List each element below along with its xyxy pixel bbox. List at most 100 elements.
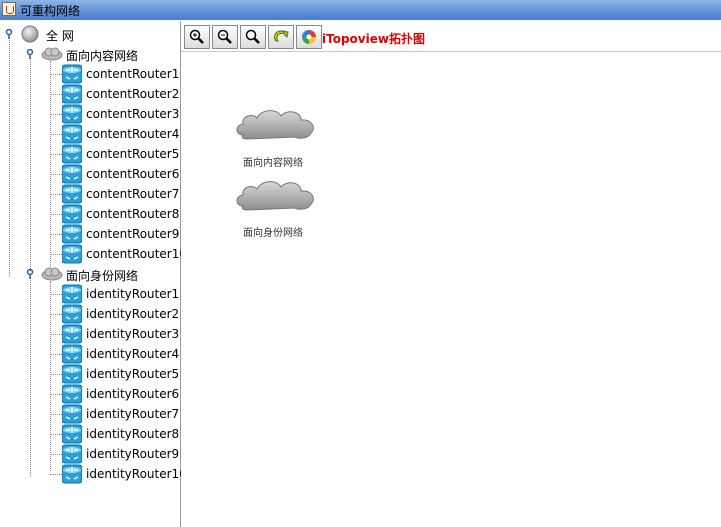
color-button[interactable] <box>296 25 322 49</box>
router-icon <box>61 144 83 164</box>
router-icon <box>61 184 83 204</box>
tree-line <box>50 114 62 115</box>
zoom-in-icon <box>189 29 204 44</box>
tree-router-label: contentRouter3 <box>86 107 180 121</box>
tree-router-item[interactable]: identityRouter5 <box>0 364 180 384</box>
tree-router-item[interactable]: contentRouter3 <box>0 104 180 124</box>
router-icon <box>61 424 83 444</box>
tree-router-label: contentRouter4 <box>86 127 180 141</box>
router-icon <box>61 224 83 244</box>
tree-expand-icon[interactable] <box>4 29 14 39</box>
tree-router-item[interactable]: contentRouter1 <box>0 64 180 84</box>
tree-router-item[interactable]: identityRouter1 <box>0 284 180 304</box>
tree-router-item[interactable]: identityRouter6 <box>0 384 180 404</box>
tree-router-item[interactable]: contentRouter6 <box>0 164 180 184</box>
router-icon <box>61 64 83 84</box>
tree-router-label: identityRouter9 <box>86 447 180 461</box>
router-icon <box>61 384 83 404</box>
network-tree-panel[interactable]: 全 网 面向内容网络 contentRouter1 contentRouter2 c… <box>0 21 187 527</box>
tree-line <box>50 414 62 415</box>
window-title: 可重构网络 <box>20 4 81 18</box>
topology-node-label: 面向内容网络 <box>243 158 303 169</box>
router-icon <box>61 164 83 184</box>
tree-expand-icon[interactable] <box>25 269 35 279</box>
tree-group-label: 面向内容网络 <box>66 49 139 63</box>
tree-group-identity[interactable]: 面向身份网络 <box>0 264 180 284</box>
cloud-icon[interactable] <box>235 105 319 145</box>
router-icon <box>61 104 83 124</box>
tree-line <box>50 94 62 95</box>
tree-line <box>50 334 62 335</box>
tree-line <box>50 354 62 355</box>
tree-line <box>50 394 62 395</box>
zoom-in-button[interactable] <box>184 25 210 49</box>
router-icon <box>61 204 83 224</box>
tree-expand-icon[interactable] <box>25 49 35 59</box>
tree-router-item[interactable]: contentRouter9 <box>0 224 180 244</box>
tree-root-label: 全 网 <box>46 29 74 43</box>
tree-root[interactable]: 全 网 <box>0 24 180 44</box>
tree-router-item[interactable]: identityRouter7 <box>0 404 180 424</box>
tree-router-label: identityRouter7 <box>86 407 180 421</box>
cloud-icon[interactable] <box>235 176 319 216</box>
tree-router-item[interactable]: identityRouter8 <box>0 424 180 444</box>
zoom-out-button[interactable] <box>212 25 238 49</box>
tree-line <box>50 374 62 375</box>
tree-router-label: identityRouter1 <box>86 287 180 301</box>
window-titlebar: 可重构网络 <box>0 0 721 20</box>
tree-line <box>50 454 62 455</box>
tree-line <box>50 254 62 255</box>
tree-line <box>50 154 62 155</box>
tree-line <box>50 194 62 195</box>
tree-router-item[interactable]: identityRouter4 <box>0 344 180 364</box>
zoom-fit-button[interactable] <box>240 25 266 49</box>
tree-router-label: contentRouter5 <box>86 147 180 161</box>
zoom-out-icon <box>217 29 232 44</box>
router-icon <box>61 304 83 324</box>
tree-router-item[interactable]: identityRouter3 <box>0 324 180 344</box>
toolbar: iTopoview拓扑图 <box>181 21 721 52</box>
tree-router-item[interactable]: contentRouter2 <box>0 84 180 104</box>
tree-router-item[interactable]: identityRouter10 <box>0 464 187 484</box>
tree-router-label: contentRouter6 <box>86 167 180 181</box>
tree-router-label: identityRouter5 <box>86 367 180 381</box>
router-icon <box>61 464 83 484</box>
tree-line <box>50 294 62 295</box>
router-icon <box>61 244 83 264</box>
tree-router-item[interactable]: contentRouter7 <box>0 184 180 204</box>
tree-router-label: identityRouter3 <box>86 327 180 341</box>
tree-line <box>50 434 62 435</box>
color-wheel-icon <box>302 30 316 44</box>
tree-line <box>50 134 62 135</box>
tree-group-content[interactable]: 面向内容网络 <box>0 44 180 64</box>
zoom-fit-icon <box>245 29 260 44</box>
topology-node-label: 面向身份网络 <box>243 228 303 239</box>
java-app-icon <box>2 2 16 16</box>
tree-router-label: contentRouter8 <box>86 207 180 221</box>
tree-line <box>50 234 62 235</box>
tree-router-item[interactable]: contentRouter4 <box>0 124 180 144</box>
tree-line <box>50 214 62 215</box>
cloud-icon <box>41 267 63 281</box>
tree-router-label: contentRouter1 <box>86 67 180 81</box>
tree-router-item[interactable]: identityRouter9 <box>0 444 180 464</box>
tree-line <box>50 474 62 475</box>
router-icon <box>61 444 83 464</box>
tree-router-item[interactable]: contentRouter10 <box>0 244 187 264</box>
refresh-button[interactable] <box>268 25 294 49</box>
tree-router-item[interactable]: contentRouter5 <box>0 144 180 164</box>
tree-line <box>50 174 62 175</box>
tree-router-label: contentRouter7 <box>86 187 180 201</box>
tree-router-label: contentRouter9 <box>86 227 180 241</box>
cloud-icon <box>41 47 63 61</box>
tree-router-label: identityRouter4 <box>86 347 180 361</box>
tree-router-item[interactable]: contentRouter8 <box>0 204 180 224</box>
tree-group-label: 面向身份网络 <box>66 269 139 283</box>
router-icon <box>61 344 83 364</box>
topology-panel: iTopoview拓扑图 面向内容网络 面向身份网络 <box>181 21 721 527</box>
tree-router-label: contentRouter2 <box>86 87 180 101</box>
tree-router-label: identityRouter8 <box>86 427 180 441</box>
tree-router-label: identityRouter10 <box>86 467 187 481</box>
refresh-icon <box>274 30 289 42</box>
tree-router-item[interactable]: identityRouter2 <box>0 304 180 324</box>
